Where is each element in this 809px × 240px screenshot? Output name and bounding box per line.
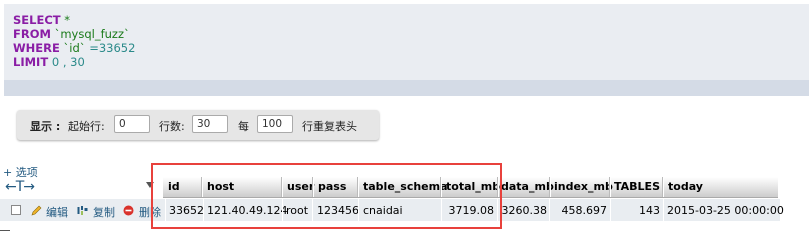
cell-total-mb[interactable]: 3719.08	[446, 204, 495, 217]
sort-caret-icon[interactable]	[146, 182, 154, 188]
sql-table-name: `mysql_fuzz`	[50, 27, 130, 41]
delete-link[interactable]: 删除	[139, 204, 161, 220]
column-header-today[interactable]: today	[668, 180, 703, 193]
start-row-label: 起始行:	[68, 120, 105, 133]
bottom-divider	[0, 230, 10, 231]
repeat-header-label: 行重复表头	[302, 120, 357, 133]
copy-link[interactable]: 复制	[93, 204, 115, 220]
per-label: 每	[238, 120, 249, 133]
results-table-header: id host user pass table_schema total_mb …	[163, 177, 778, 198]
sql-keyword-limit: LIMIT	[13, 55, 49, 69]
column-header-pass[interactable]: pass	[318, 180, 346, 193]
sql-query-box: SELECT * FROM `mysql_fuzz` WHERE `id` =3…	[4, 4, 809, 81]
sql-keyword-select: SELECT	[13, 13, 61, 27]
cell-index-mb[interactable]: 458.697	[553, 204, 608, 217]
sql-where-operator: =	[85, 41, 99, 55]
delete-icon	[123, 205, 134, 216]
column-arrows-icon[interactable]: ←T→	[5, 179, 35, 195]
sql-where-value: 33652	[98, 41, 136, 55]
cell-today[interactable]: 2015-03-25 00:00:00	[667, 204, 784, 217]
cell-data-mb[interactable]: 3260.38	[501, 204, 548, 217]
column-header-total-mb[interactable]: total_mb	[446, 180, 500, 193]
cell-host[interactable]: 121.40.49.124	[207, 204, 287, 217]
column-header-host[interactable]: host	[207, 180, 234, 193]
column-header-id[interactable]: id	[168, 180, 180, 193]
sql-keyword-from: FROM	[13, 27, 51, 41]
row-count-label: 行数:	[159, 120, 185, 133]
sql-keyword-where: WHERE	[13, 41, 60, 55]
cell-user[interactable]: root	[286, 204, 308, 217]
edit-link[interactable]: 编辑	[46, 204, 68, 220]
sql-query-text: SELECT * FROM `mysql_fuzz` WHERE `id` =3…	[13, 13, 135, 69]
sql-toolbar-strip	[4, 80, 809, 96]
cell-tables[interactable]: 143	[614, 204, 660, 217]
cell-table-schema[interactable]: cnaidai	[363, 204, 403, 217]
sql-limit-value: 0 , 30	[48, 55, 85, 69]
copy-icon	[77, 206, 88, 215]
repeat-header-input[interactable]	[257, 115, 293, 133]
display-label: 显示 :	[30, 120, 61, 133]
column-header-index-mb[interactable]: index_mb	[554, 180, 613, 193]
start-row-input[interactable]	[114, 115, 150, 133]
pencil-icon	[31, 205, 42, 216]
sql-select-columns: *	[60, 13, 71, 27]
column-header-tables[interactable]: TABLES	[614, 180, 660, 193]
navigation-controls: 显示 : 起始行: 行数: 每 行重复表头	[17, 110, 379, 140]
column-header-user[interactable]: user	[287, 180, 314, 193]
options-link[interactable]: + 选项	[3, 164, 38, 180]
row-checkbox[interactable]	[11, 205, 21, 215]
row-count-input[interactable]	[192, 115, 228, 133]
sql-where-column: `id`	[59, 41, 86, 55]
cell-pass[interactable]: 123456	[317, 204, 359, 217]
column-header-data-mb[interactable]: data_mb	[501, 180, 554, 193]
cell-id[interactable]: 33652	[169, 204, 204, 217]
column-header-table-schema[interactable]: table_schema	[363, 180, 448, 193]
